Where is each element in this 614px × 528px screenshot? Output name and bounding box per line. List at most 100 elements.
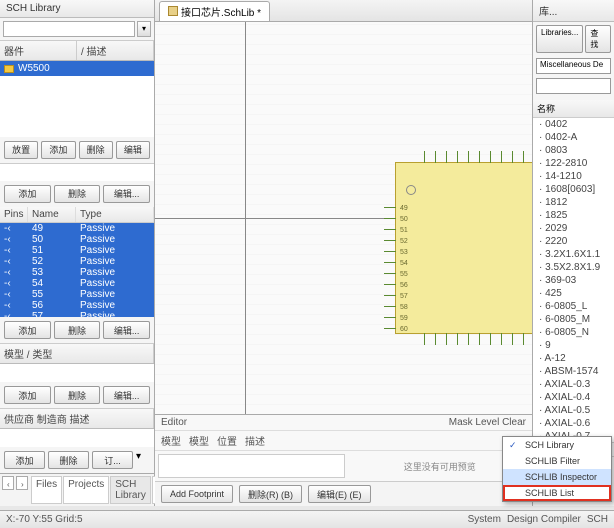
component-list[interactable]: W5500	[0, 61, 154, 137]
library-parts-list[interactable]: · 0402· 0402-A· 0803· 122-2810· 14-1210·…	[533, 118, 614, 442]
table-row[interactable]: -‹ 5353Passive	[0, 267, 154, 278]
table-row[interactable]: -‹ 5252Passive	[0, 256, 154, 267]
component-name: W5500	[18, 63, 50, 74]
list-item[interactable]: · 1825	[533, 209, 614, 222]
search-input[interactable]	[3, 21, 135, 37]
delete-button[interactable]: 删除	[54, 321, 101, 339]
mask-label[interactable]: Mask Level Clear	[449, 417, 526, 428]
search-dropdown-icon[interactable]: ▾	[137, 21, 151, 37]
order-button[interactable]: 订...	[92, 451, 133, 469]
menu-sch-library[interactable]: SCH Library	[503, 437, 611, 453]
category-header: 模型 / 类型	[0, 344, 154, 363]
supplier-header: 供应商 制造商 描述	[0, 409, 154, 428]
col-type: Type	[76, 207, 154, 222]
list-item[interactable]: W5500	[0, 61, 154, 76]
panel-title: SCH Library	[0, 0, 154, 18]
filter-combo[interactable]	[536, 78, 611, 94]
schlib-icon	[168, 6, 178, 16]
context-menu: SCH Library SCHLIB Filter SCHLIB Inspect…	[502, 436, 612, 502]
edit-button[interactable]: 编辑...	[103, 386, 150, 404]
status-system[interactable]: System	[468, 514, 501, 525]
dropdown-icon[interactable]: ▾	[136, 451, 150, 469]
edit-button[interactable]: 编辑...	[103, 185, 150, 203]
table-row[interactable]: -‹ 5555Passive	[0, 289, 154, 300]
editor-tab[interactable]: 位置	[217, 433, 237, 448]
delete-button[interactable]: 删除	[48, 451, 89, 469]
chip-symbol[interactable]: 49 50 51 52 53 54 55 56 57 58 59 60 84 8…	[395, 162, 532, 334]
pin-list[interactable]: -‹ 4949Passive-‹ 5050Passive-‹ 5151Passi…	[0, 223, 154, 318]
search-button[interactable]: 查找	[585, 25, 611, 53]
list-item[interactable]: · AXIAL-0.3	[533, 378, 614, 391]
tab-schlibrary[interactable]: SCH Library	[110, 476, 151, 504]
col-desc: / 描述	[77, 41, 154, 60]
list-item[interactable]: · 1608[0603]	[533, 183, 614, 196]
status-bar: X:-70 Y:55 Grid:5 System Design Compiler…	[0, 510, 614, 528]
list-item[interactable]: · AXIAL-0.6	[533, 417, 614, 430]
add-button[interactable]: 添加	[4, 321, 51, 339]
libraries-button[interactable]: Libraries...	[536, 25, 583, 53]
delete-button[interactable]: 删除	[54, 386, 101, 404]
menu-schlib-list[interactable]: SCHLIB List	[503, 485, 611, 501]
nav-next-icon[interactable]: ›	[16, 476, 28, 490]
component-icon	[4, 65, 14, 73]
editor-tab[interactable]: 模型	[189, 433, 209, 448]
table-row[interactable]: -‹ 4949Passive	[0, 223, 154, 234]
list-item[interactable]: · 6-0805_N	[533, 326, 614, 339]
edit-button[interactable]: 编辑	[116, 141, 150, 159]
schematic-canvas[interactable]: 49 50 51 52 53 54 55 56 57 58 59 60 84 8…	[155, 22, 532, 414]
status-sch[interactable]: SCH	[587, 514, 608, 525]
editor-title: Editor	[161, 417, 187, 428]
add-footprint-button[interactable]: Add Footprint	[161, 485, 233, 503]
add-button[interactable]: 添加	[4, 386, 51, 404]
tab-projects[interactable]: Projects	[63, 476, 109, 504]
list-item[interactable]: · 9	[533, 339, 614, 352]
list-item[interactable]: · 122-2810	[533, 157, 614, 170]
table-row[interactable]: -‹ 5757Passive	[0, 311, 154, 318]
list-item[interactable]: · 0402-A	[533, 131, 614, 144]
table-row[interactable]: -‹ 5151Passive	[0, 245, 154, 256]
editor-tab[interactable]: 模型	[161, 433, 181, 448]
list-item[interactable]: · 14-1210	[533, 170, 614, 183]
model-preview	[158, 454, 345, 478]
footer-tabs: ‹ › Files Projects SCH Library Navigator…	[0, 473, 154, 506]
list-item[interactable]: · A-12	[533, 352, 614, 365]
list-item[interactable]: · 0402	[533, 118, 614, 131]
list-item[interactable]: · 0803	[533, 144, 614, 157]
list-item[interactable]: · 3.5X2.8X1.9	[533, 261, 614, 274]
col-component: 器件	[0, 41, 77, 60]
table-row[interactable]: -‹ 5454Passive	[0, 278, 154, 289]
nav-prev-icon[interactable]: ‹	[2, 476, 14, 490]
edit-button[interactable]: 编辑(E) (E)	[308, 485, 371, 503]
list-item[interactable]: · 6-0805_M	[533, 313, 614, 326]
library-combo[interactable]: Miscellaneous De	[536, 58, 611, 74]
pin1-dot-icon	[406, 185, 416, 195]
table-row[interactable]: -‹ 5050Passive	[0, 234, 154, 245]
list-item[interactable]: · AXIAL-0.5	[533, 404, 614, 417]
edit-button[interactable]: 编辑...	[103, 321, 150, 339]
add-button[interactable]: 添加	[4, 185, 51, 203]
list-item[interactable]: · 1812	[533, 196, 614, 209]
list-item[interactable]: · AXIAL-0.4	[533, 391, 614, 404]
delete-button[interactable]: 删除	[54, 185, 101, 203]
document-tab[interactable]: 接口芯片.SchLib *	[159, 1, 270, 21]
panel-title: 库...	[539, 3, 557, 18]
editor-tab[interactable]: 描述	[245, 433, 265, 448]
list-item[interactable]: · 6-0805_L	[533, 300, 614, 313]
place-button[interactable]: 放置	[4, 141, 38, 159]
delete-button[interactable]: 删除(R) (B)	[239, 485, 302, 503]
table-row[interactable]: -‹ 5656Passive	[0, 300, 154, 311]
status-design-compiler[interactable]: Design Compiler	[507, 514, 581, 525]
list-item[interactable]: · 369-03	[533, 274, 614, 287]
list-item[interactable]: · 3.2X1.6X1.1	[533, 248, 614, 261]
list-item[interactable]: · 2029	[533, 222, 614, 235]
add-button[interactable]: 添加	[41, 141, 75, 159]
menu-schlib-inspector[interactable]: SCHLIB Inspector	[503, 469, 611, 485]
menu-schlib-filter[interactable]: SCHLIB Filter	[503, 453, 611, 469]
list-item[interactable]: · 425	[533, 287, 614, 300]
list-item[interactable]: · ABSM-1574	[533, 365, 614, 378]
list-item[interactable]: · 2220	[533, 235, 614, 248]
tab-files[interactable]: Files	[31, 476, 62, 504]
delete-button[interactable]: 删除	[79, 141, 113, 159]
cursor-coords: X:-70 Y:55 Grid:5	[6, 514, 83, 525]
add-button[interactable]: 添加	[4, 451, 45, 469]
